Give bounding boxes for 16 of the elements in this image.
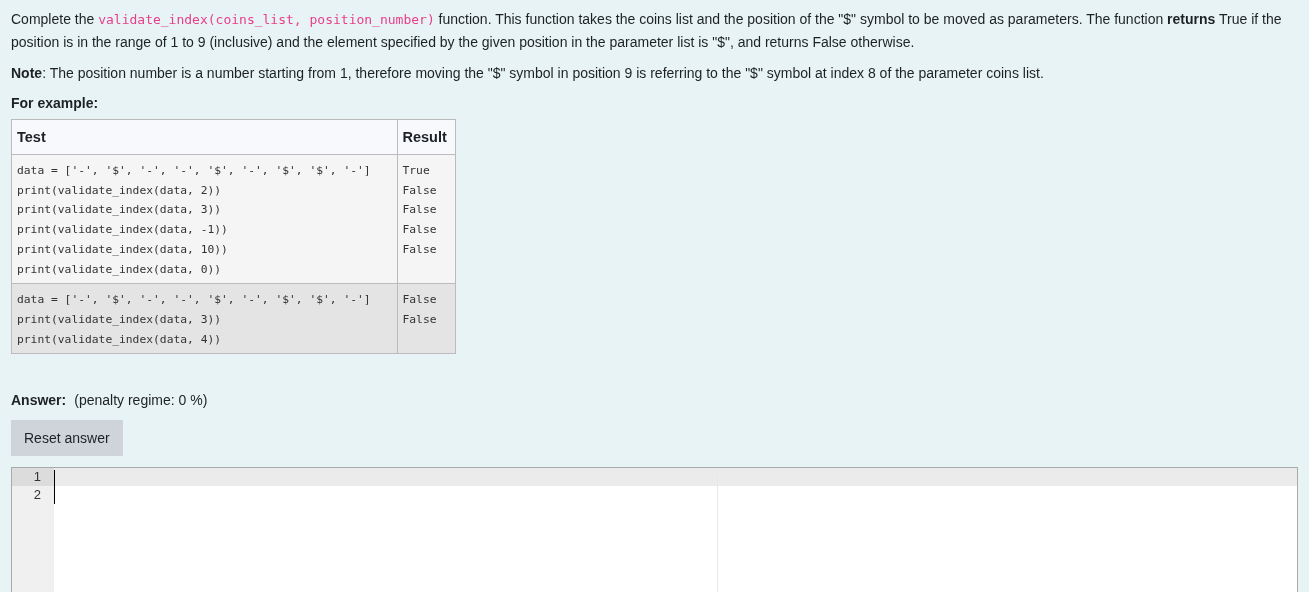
column-header: Result bbox=[397, 119, 456, 155]
test-code: data = ['-', '$', '-', '-', '$', '-', '$', '$', '-'] print(validate_index(data, 2)) print(validate_index(data, 3)) print(validate_index(data, -1)) print(validate_index(data, 10)) print(validate_index(data, 0)) bbox=[17, 163, 372, 278]
note-paragraph: Note: The position number is a number starting from 1, therefore moving the "$" symbol in position 9 is referring to the "$" symbol at index 8 of the parameter coins list. bbox=[11, 64, 1045, 83]
test-code: data = ['-', '$', '-', '-', '$', '-', '$', '$', '-'] print(validate_index(data, 3)) print(validate_index(data, 4)) bbox=[17, 292, 372, 348]
result-output: True False False False False bbox=[402, 163, 438, 258]
column-header: Test bbox=[11, 119, 397, 155]
penalty-text: (penalty regime: 0 %) bbox=[74, 392, 208, 409]
example-heading: For example: bbox=[11, 95, 100, 111]
text-cursor bbox=[54, 470, 55, 505]
line-number: 1 bbox=[12, 468, 54, 487]
answer-label: Answer: bbox=[11, 392, 67, 409]
line-number: 2 bbox=[32, 486, 42, 505]
reset-answer-button[interactable]: Reset answer bbox=[11, 420, 123, 457]
code-editor[interactable]: 1 2 bbox=[11, 467, 1298, 592]
result-output: False False bbox=[402, 292, 438, 328]
intro-paragraph: Complete the validate_index(coins_list, position_number) function. This function takes the coins list and the position of the "$" symbol to be moved as parameters. The function returns True if the position is in the range of 1 to 9 (inclusive) and the element specified by the given position in the parameter list is "$", and returns False otherwise. bbox=[11, 10, 1283, 52]
